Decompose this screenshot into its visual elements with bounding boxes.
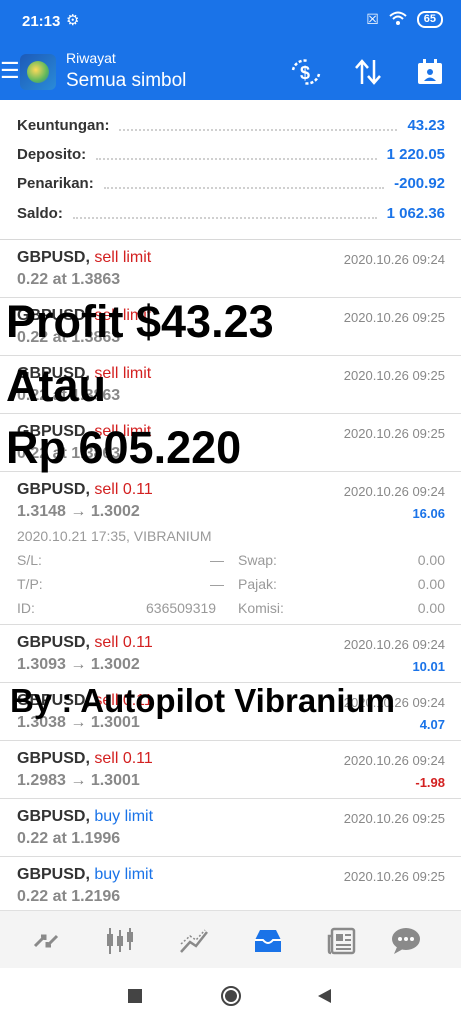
app-logo <box>20 54 56 90</box>
tp-label: T/P: <box>17 576 43 592</box>
summary-row-deposit: Deposito: 1 220.05 <box>17 143 445 165</box>
summary-row-withdrawal: Penarikan: -200.92 <box>17 172 445 194</box>
bottom-navigation <box>0 910 461 969</box>
id-value: 636509319 <box>146 600 217 616</box>
order-datetime: 2020.10.26 09:24 <box>343 252 445 267</box>
order-datetime: 2020.10.26 09:25 <box>343 310 445 325</box>
trade-icon[interactable] <box>174 921 214 961</box>
order-symbol: GBPUSD, <box>17 481 90 498</box>
order-datetime: 2020.10.26 09:24 <box>343 637 445 652</box>
swap-label: Swap: <box>238 552 277 568</box>
news-icon[interactable] <box>322 921 362 961</box>
list-item[interactable]: GBPUSD, sell limit 2020.10.26 09:24 0.22… <box>0 240 461 298</box>
overlay-byline-text: By : Autopilot Vibranium <box>10 682 395 719</box>
wifi-icon <box>389 11 407 28</box>
app-bar: ☰ Riwayat Semua simbol $ <box>0 44 461 100</box>
order-datetime: 2020.10.26 09:24 <box>343 484 445 499</box>
order-volume-price: 0.22 at 1.1996 <box>17 830 121 847</box>
calendar-icon[interactable] <box>410 52 450 92</box>
header-subtitle: Riwayat <box>66 50 116 66</box>
overlay-rupiah-text: Rp 605.220 <box>6 422 242 473</box>
quotes-icon[interactable] <box>26 921 66 961</box>
recents-button[interactable] <box>128 989 142 1008</box>
order-prices: 1.2983 → 1.3001 <box>17 772 140 789</box>
menu-icon[interactable]: ☰ <box>0 58 20 84</box>
sort-icon[interactable] <box>348 52 388 92</box>
status-bar: 21:13 ⚙ ☒ 65 <box>0 0 461 44</box>
list-item[interactable]: GBPUSD, buy limit 2020.10.26 09:25 0.22 … <box>0 799 461 857</box>
currency-exchange-icon[interactable]: $ <box>286 52 326 92</box>
order-symbol: GBPUSD, <box>17 249 90 266</box>
pajak-label: Pajak: <box>238 576 277 592</box>
order-symbol: GBPUSD, <box>17 750 90 767</box>
order-symbol: GBPUSD, <box>17 808 90 825</box>
history-icon[interactable] <box>248 921 288 961</box>
chart-icon[interactable] <box>100 921 140 961</box>
summary-value: 43.23 <box>407 116 445 134</box>
komisi-label: Komisi: <box>238 600 284 616</box>
svg-text:$: $ <box>300 63 310 83</box>
order-profit: 4.07 <box>419 717 445 732</box>
order-type: sell 0.11 <box>94 481 153 498</box>
overlay-atau-text: Atau <box>6 360 106 411</box>
id-label: ID: <box>17 600 35 616</box>
order-type: sell limit <box>94 249 152 266</box>
tp-value: — <box>210 576 224 592</box>
komisi-value: 0.00 <box>417 600 445 616</box>
swap-value: 0.00 <box>417 552 445 568</box>
summary-value: -200.92 <box>394 174 445 192</box>
pajak-value: 0.00 <box>417 576 445 592</box>
list-item[interactable]: GBPUSD, sell 0.11 2020.10.26 09:24 1.298… <box>0 741 461 799</box>
battery-indicator: 65 <box>416 11 443 28</box>
header-title[interactable]: Semua simbol <box>66 70 186 92</box>
summary-row-balance: Saldo: 1 062.36 <box>17 202 445 224</box>
summary-label: Penarikan: <box>17 174 94 192</box>
order-datetime: 2020.10.26 09:25 <box>343 368 445 383</box>
system-navigation <box>0 968 461 1024</box>
account-summary: Keuntungan: 43.23 Deposito: 1 220.05 Pen… <box>0 100 461 240</box>
summary-value: 1 220.05 <box>386 145 445 163</box>
summary-value: 1 062.36 <box>386 204 445 222</box>
order-volume-price: 0.22 at 1.3863 <box>17 271 121 288</box>
sim-off-icon: ☒ <box>366 11 379 27</box>
order-profit: 10.01 <box>412 659 445 674</box>
order-type: buy limit <box>94 866 154 883</box>
overlay-profit-text: Profit $43.23 <box>6 296 274 347</box>
summary-label: Keuntungan: <box>17 116 110 134</box>
list-item-expanded[interactable]: GBPUSD, sell 0.11 2020.10.26 09:24 1.314… <box>0 472 461 625</box>
order-profit: 16.06 <box>412 506 445 521</box>
chat-icon[interactable] <box>386 921 426 961</box>
list-item[interactable]: GBPUSD, sell 0.11 2020.10.26 09:24 1.309… <box>0 625 461 683</box>
order-prices: 1.3148 → 1.3002 <box>17 503 140 520</box>
list-item[interactable]: GBPUSD, buy limit 2020.10.26 09:25 0.22 … <box>0 857 461 909</box>
order-prices: 1.3093 → 1.3002 <box>17 656 140 673</box>
order-type: buy limit <box>94 808 154 825</box>
order-datetime: 2020.10.26 09:24 <box>343 753 445 768</box>
summary-row-profit: Keuntungan: 43.23 <box>17 114 445 136</box>
summary-label: Deposito: <box>17 145 87 163</box>
sl-value: — <box>210 552 224 568</box>
order-type: sell 0.11 <box>94 750 153 767</box>
order-datetime: 2020.10.26 09:25 <box>343 426 445 441</box>
sl-label: S/L: <box>17 552 42 568</box>
home-button[interactable] <box>220 985 242 1012</box>
order-profit: -1.98 <box>415 775 445 790</box>
order-symbol: GBPUSD, <box>17 866 90 883</box>
order-open-info: 2020.10.21 17:35, VIBRANIUM <box>17 528 212 544</box>
order-symbol: GBPUSD, <box>17 634 90 651</box>
back-button[interactable] <box>316 988 332 1009</box>
summary-label: Saldo: <box>17 204 63 222</box>
notification-icon: ⚙ <box>66 12 80 29</box>
status-time: 21:13 <box>22 13 61 30</box>
order-datetime: 2020.10.26 09:25 <box>343 869 445 884</box>
order-datetime: 2020.10.26 09:25 <box>343 811 445 826</box>
order-type: sell 0.11 <box>94 634 153 651</box>
order-volume-price: 0.22 at 1.2196 <box>17 888 121 905</box>
